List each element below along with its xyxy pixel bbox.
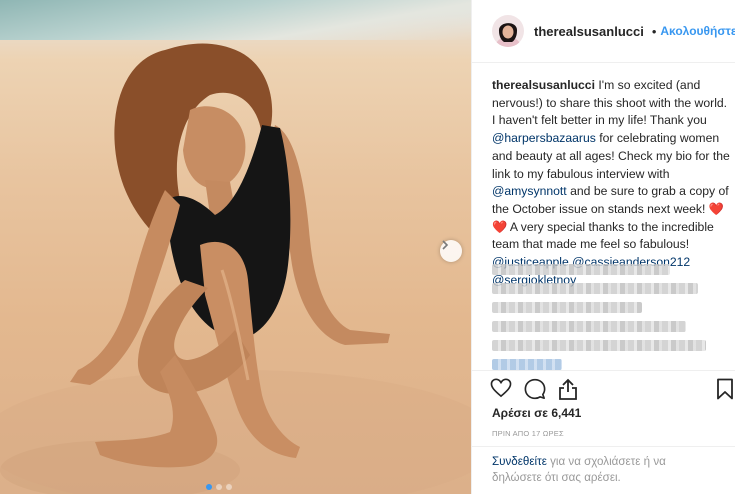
carousel-dot [226,484,232,490]
blurred-comment-line [492,302,642,313]
chevron-right-icon [442,240,449,250]
login-link[interactable]: Συνδεθείτε [492,455,547,468]
carousel-dot-active [206,484,212,490]
post-actions-bar [472,370,735,404]
share-icon[interactable] [558,378,578,400]
post-photo[interactable] [0,0,471,494]
post-timestamp[interactable]: ΠΡΙΝ ΑΠΟ 17 ΩΡΕΣ [492,429,564,438]
follow-button[interactable]: Ακολουθήστε [660,24,735,38]
mention-link[interactable]: @harpersbazaarus [492,131,596,145]
comment-icon[interactable] [524,378,546,400]
carousel-indicator [206,484,232,490]
header-separator: • [651,23,657,39]
blurred-comment-line [492,321,686,332]
login-prompt: Συνδεθείτε για να σχολιάσετε ή να δηλώσε… [472,446,735,494]
blurred-comments [492,264,728,378]
blurred-comment-line [492,283,698,294]
carousel-next-button[interactable] [440,240,462,262]
post-side-panel: therealsusanlucci • Ακολουθήστε thereals… [471,0,735,494]
blurred-comment-line [492,264,670,275]
blurred-comment-line [492,340,706,351]
blurred-comment-line [492,359,562,370]
woman-on-beach-illustration [0,43,471,494]
heart-icon[interactable] [490,378,512,398]
bookmark-icon[interactable] [716,378,734,400]
carousel-dot [216,484,222,490]
avatar[interactable] [492,15,524,47]
header-username[interactable]: therealsusanlucci [534,24,644,39]
post-caption: therealsusanlucci I'm so excited (and ne… [492,77,732,289]
mention-link[interactable]: @amysynnott [492,184,567,198]
caption-username[interactable]: therealsusanlucci [492,78,595,92]
post-header: therealsusanlucci • Ακολουθήστε [472,0,735,63]
likes-count[interactable]: Αρέσει σε 6,441 [492,406,581,420]
